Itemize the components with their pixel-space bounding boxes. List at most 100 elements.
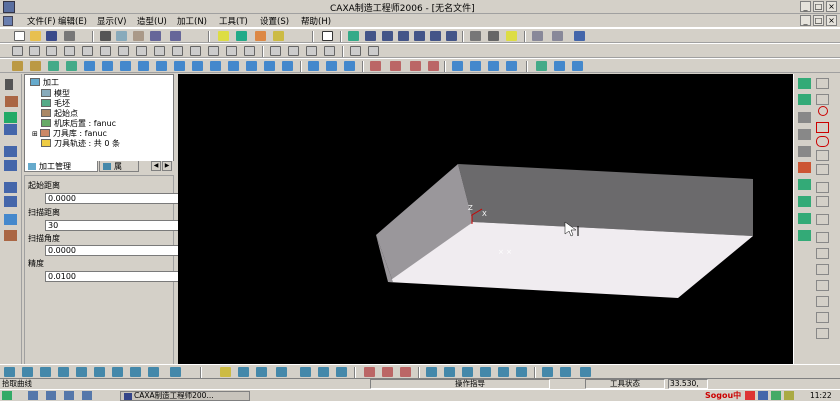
finish-icon[interactable] (48, 61, 59, 71)
chamfer-icon[interactable] (816, 264, 829, 275)
zoom-all-icon[interactable] (414, 31, 425, 41)
tray-icon-3[interactable] (771, 391, 781, 400)
extend-icon[interactable] (208, 46, 219, 56)
view-front-icon[interactable] (4, 367, 15, 377)
extrude-icon[interactable] (4, 182, 17, 193)
select-icon[interactable] (29, 46, 40, 56)
rectangle-icon[interactable] (816, 122, 829, 133)
select-all-icon[interactable] (12, 46, 23, 56)
sweep-icon[interactable] (4, 214, 17, 225)
quicklaunch-ie-icon[interactable] (28, 391, 38, 400)
loft-icon[interactable] (4, 230, 17, 241)
zoom-window-icon[interactable] (365, 31, 376, 41)
hex-icon[interactable] (816, 150, 829, 161)
contour-icon[interactable] (84, 61, 95, 71)
surface-merge-icon[interactable] (336, 367, 347, 377)
filter-icon[interactable] (255, 31, 266, 41)
polygon-icon[interactable] (798, 179, 811, 190)
intersect-curve-icon[interactable] (798, 230, 811, 241)
tool-icon[interactable] (572, 61, 583, 71)
circle-icon[interactable] (818, 106, 828, 116)
fillet-curve-icon[interactable] (816, 248, 829, 259)
flow-icon[interactable] (228, 61, 239, 71)
view-axo-icon[interactable] (130, 367, 141, 377)
formula-curve-icon[interactable] (816, 182, 829, 193)
link-path-icon[interactable] (410, 61, 421, 71)
view-left-icon[interactable] (40, 367, 51, 377)
menu-machining[interactable]: 加工(N) (177, 15, 207, 27)
query-icon[interactable] (574, 31, 585, 41)
surface-join-icon[interactable] (318, 367, 329, 377)
view-iso-icon[interactable] (112, 367, 123, 377)
tree-root[interactable]: 加工 (30, 77, 59, 88)
start-icon[interactable] (2, 391, 12, 400)
quicklaunch-explorer-icon[interactable] (82, 391, 92, 400)
window-icon[interactable] (322, 31, 333, 41)
plane-icon[interactable] (4, 124, 17, 135)
post-icon[interactable] (488, 61, 499, 71)
smooth-icon[interactable] (816, 312, 829, 323)
transform-icon[interactable] (426, 367, 437, 377)
minimize-button[interactable]: _ (800, 1, 811, 12)
draw-line-icon[interactable] (798, 78, 811, 89)
move-icon[interactable] (82, 46, 93, 56)
quicklaunch-media-icon[interactable] (64, 391, 74, 400)
info-icon[interactable] (368, 46, 379, 56)
tray-icon-4[interactable] (784, 391, 794, 400)
edit-path-icon[interactable] (370, 61, 381, 71)
pencil-icon[interactable] (264, 61, 275, 71)
3d-viewport[interactable]: Z X × × (178, 74, 793, 364)
scan-icon[interactable] (138, 61, 149, 71)
reverse-path-icon[interactable] (428, 61, 439, 71)
color-icon[interactable] (273, 31, 284, 41)
tab-prev-button[interactable]: ◀ (151, 161, 161, 171)
curve-edit-icon[interactable] (364, 367, 375, 377)
surface-extend-icon[interactable] (276, 367, 287, 377)
pocket-icon[interactable] (102, 61, 113, 71)
rotate-icon[interactable] (430, 31, 441, 41)
array-icon[interactable] (136, 46, 147, 56)
menu-file[interactable]: 文件(F) (27, 15, 56, 27)
toolpath-icon[interactable] (12, 61, 23, 71)
drill-icon[interactable] (308, 61, 319, 71)
measure-icon[interactable] (350, 46, 361, 56)
spline-icon[interactable] (798, 94, 811, 105)
zoom-out-icon[interactable] (398, 31, 409, 41)
tab-next-button[interactable]: ▶ (162, 161, 172, 171)
doc-close-button[interactable]: × (826, 15, 837, 26)
cut-icon[interactable] (100, 31, 111, 41)
trim-curve-icon[interactable] (816, 232, 829, 243)
gcode-icon[interactable] (506, 61, 517, 71)
mirror-geometry-icon[interactable] (444, 367, 455, 377)
point-icon[interactable] (798, 146, 811, 157)
scale-icon[interactable] (154, 46, 165, 56)
paste-element-icon[interactable] (64, 46, 75, 56)
copy-icon[interactable] (116, 31, 127, 41)
view-custom-icon[interactable] (148, 367, 159, 377)
mirror-icon[interactable] (118, 46, 129, 56)
move-geometry-icon[interactable] (516, 367, 527, 377)
check-icon[interactable] (470, 61, 481, 71)
face-icon[interactable] (580, 367, 591, 377)
precision-input[interactable]: 0.0100 (45, 271, 197, 282)
layer-prop-icon[interactable] (270, 46, 281, 56)
zoom-in-icon[interactable] (382, 31, 393, 41)
menu-model[interactable]: 造型(U) (137, 15, 167, 27)
tray-icon-1[interactable] (745, 391, 755, 400)
trim-icon[interactable] (190, 46, 201, 56)
trace-icon[interactable] (816, 196, 829, 207)
pan-icon[interactable] (446, 31, 457, 41)
rotate-geometry-icon[interactable] (498, 367, 509, 377)
offset-icon[interactable] (798, 196, 811, 207)
arc-icon[interactable] (798, 162, 811, 173)
curve-break-icon[interactable] (400, 367, 411, 377)
surface-edit-icon[interactable] (220, 367, 231, 377)
hide-icon[interactable] (552, 31, 563, 41)
spiral-icon[interactable] (192, 61, 203, 71)
expand-icon[interactable]: ⊞ (32, 130, 38, 138)
polyline-icon[interactable] (816, 94, 829, 105)
save-icon[interactable] (46, 31, 57, 41)
surface-fillet-icon[interactable] (256, 367, 267, 377)
parallel-icon[interactable] (156, 61, 167, 71)
surface-trim-icon[interactable] (238, 367, 249, 377)
